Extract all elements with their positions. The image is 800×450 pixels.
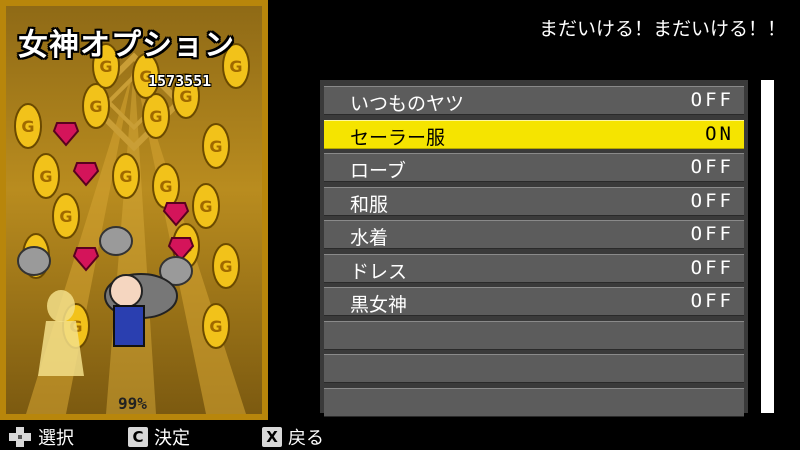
gold-coin-icon: G [32, 153, 60, 199]
panel-percent: 99% [118, 394, 147, 413]
ruby-gem-icon [72, 247, 100, 272]
gold-coin-icon: G [112, 153, 140, 199]
svg-text:G: G [149, 107, 162, 126]
option-label: ローブ [350, 160, 406, 182]
option-value: OFF [690, 89, 734, 111]
menu-row-empty [324, 320, 744, 350]
button-help-bar: 選択 C 決定 X 戻る [0, 420, 800, 450]
goddess-sailor-uniform [113, 305, 145, 347]
svg-text:G: G [199, 197, 212, 216]
menu-row[interactable]: ドレス OFF [324, 253, 744, 283]
gold-coin-icon: G [152, 163, 180, 209]
gold-coin-icon: G [14, 103, 42, 149]
help-select: 選択 [8, 424, 74, 449]
menu-row[interactable]: ローブ OFF [324, 153, 744, 182]
option-label: 水着 [350, 227, 389, 249]
option-value: OFF [690, 223, 734, 245]
svg-text:G: G [39, 167, 52, 186]
menu-row[interactable]: 和服 OFF [324, 186, 744, 216]
svg-text:G: G [209, 317, 222, 336]
cheer-message: まだいける！まだいける！！ [538, 18, 786, 40]
ruby-gem-icon [162, 202, 190, 227]
ruby-gem-icon [52, 122, 80, 147]
menu-row-empty [324, 387, 744, 417]
menu-row[interactable]: いつものヤツ OFF [324, 86, 744, 115]
svg-text:G: G [119, 167, 132, 186]
gold-coin-icon: G [192, 183, 220, 229]
svg-text:G: G [89, 97, 102, 116]
option-label: 黒女神 [350, 294, 408, 316]
svg-text:G: G [21, 117, 34, 136]
coin-shower-art: GGGGGGGGGGGGGGGGGG [14, 43, 250, 376]
option-label: ドレス [350, 260, 408, 283]
help-back-label: 戻る [288, 428, 324, 449]
money-bag-icon [99, 226, 133, 256]
help-select-label: 選択 [38, 428, 74, 449]
x-key-icon: X [262, 427, 282, 447]
gold-coin-icon: G [202, 123, 230, 169]
menu-row-empty [324, 354, 744, 383]
option-value: OFF [690, 256, 734, 279]
preview-background: GGGGGGGGGGGGGGGGGG 女神オプション 1573551 99% [6, 6, 262, 414]
option-value: OFF [690, 156, 734, 178]
help-back: X 戻る [262, 424, 324, 449]
option-value: ON [705, 122, 734, 145]
help-confirm: C 決定 [128, 424, 190, 449]
svg-text:G: G [209, 137, 222, 156]
goddess-face [109, 274, 143, 308]
costume-option-list: いつものヤツ OFF セーラー服 ON ローブ OFF 和服 OFF 水着 OFF ドレス OFF 黒女… [320, 80, 748, 417]
c-key-icon: C [128, 427, 148, 447]
option-label: セーラー服 [350, 126, 446, 149]
dpad-icon [9, 427, 31, 447]
gold-coin-icon: G [52, 193, 80, 239]
gold-coin-icon: G [82, 83, 110, 129]
help-confirm-label: 決定 [154, 428, 190, 449]
option-label: 和服 [350, 193, 389, 216]
menu-row[interactable]: セーラー服 ON [324, 119, 744, 149]
panel-score: 1573551 [148, 72, 212, 90]
gold-coin-icon: G [212, 243, 240, 289]
ruby-gem-icon [72, 162, 100, 187]
option-label: いつものヤツ [350, 93, 465, 115]
svg-text:G: G [219, 257, 232, 276]
svg-text:G: G [159, 177, 172, 196]
scrollbar[interactable] [761, 80, 774, 413]
money-bag-icon [17, 246, 51, 276]
option-value: OFF [690, 290, 734, 312]
gold-coin-icon: G [142, 93, 170, 139]
gold-coin-icon: G [202, 303, 230, 349]
menu-row[interactable]: 水着 OFF [324, 220, 744, 249]
goddess-preview-panel: GGGGGGGGGGGGGGGGGG 女神オプション 1573551 99% [0, 0, 268, 420]
menu-row[interactable]: 黒女神 OFF [324, 287, 744, 316]
panel-title: 女神オプション [18, 28, 235, 63]
statue-body [38, 321, 84, 376]
svg-text:G: G [59, 207, 72, 226]
option-value: OFF [690, 189, 734, 212]
statue-head [47, 290, 75, 322]
